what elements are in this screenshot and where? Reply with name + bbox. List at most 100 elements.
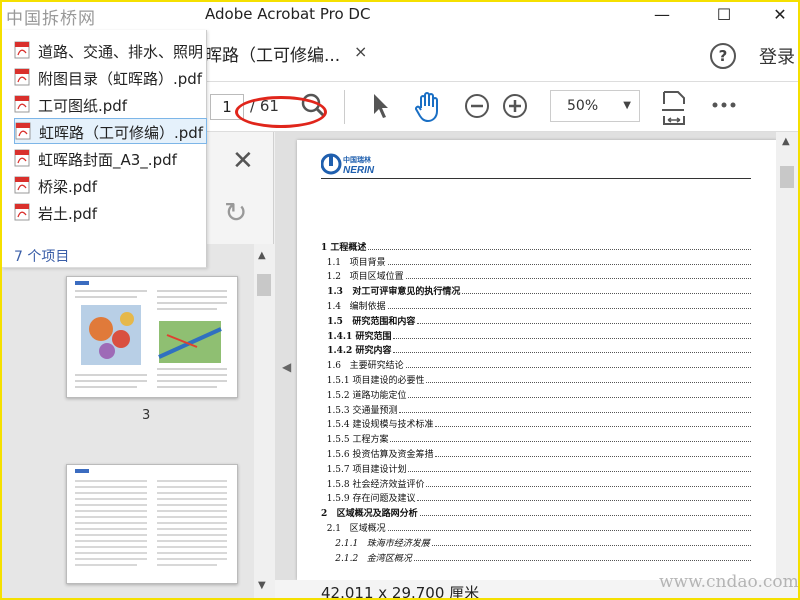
toc-leader-dots bbox=[405, 278, 751, 280]
toc-leader-dots bbox=[417, 322, 751, 324]
toc-entry[interactable]: 2.1.2 金湾区概况 bbox=[321, 549, 751, 564]
table-of-contents: 1 工程概述 1.1 项目背景 1.2 项目区域位置 1.3 对工可评审意见的执… bbox=[321, 238, 751, 564]
toc-entry-label: 2.1 区域概况 bbox=[321, 520, 388, 534]
toc-entry[interactable]: 1.5.5 工程方案 bbox=[321, 430, 751, 446]
login-button[interactable]: 登录 bbox=[759, 43, 795, 69]
file-list-popup: 道路、交通、排水、照明 附图目录（虹晖路）.pdf 工可图纸.pdf 虹晖路（工… bbox=[2, 30, 207, 268]
toc-entry[interactable]: 1.5.9 存在问题及建议 bbox=[321, 490, 751, 505]
company-logo: 中国瑞林 NERIN bbox=[320, 152, 391, 180]
toc-leader-dots bbox=[413, 559, 751, 561]
toc-entry-label: 1.6 主要研究结论 bbox=[321, 358, 406, 372]
toc-entry-label: 1.3 对工可评审意见的执行情况 bbox=[321, 284, 463, 298]
toc-leader-dots bbox=[426, 485, 751, 487]
help-icon[interactable]: ? bbox=[710, 43, 736, 69]
pdf-file-icon bbox=[14, 176, 30, 194]
app-window: 中国拆桥网 Adobe Acrobat Pro DC — ☐ ✕ 晖路（工可修编… bbox=[0, 0, 800, 600]
zoom-in-icon[interactable] bbox=[500, 90, 530, 120]
file-item[interactable]: 工可图纸.pdf bbox=[14, 92, 207, 118]
toc-entry[interactable]: 1.4 编制依据 bbox=[321, 297, 751, 312]
toc-entry-label: 2.1.2 金湾区概况 bbox=[321, 550, 414, 564]
document-page: 中国瑞林 NERIN 1 工程概述 1.1 项目背景 1.2 项目区域位置 1.… bbox=[297, 140, 777, 580]
toc-entry-label: 2 区域概况及路网分析 bbox=[321, 506, 420, 520]
app-title: Adobe Acrobat Pro DC bbox=[205, 5, 371, 23]
close-panel-icon[interactable]: ✕ bbox=[232, 146, 254, 176]
toc-entry-label: 1 工程概述 bbox=[321, 239, 369, 253]
file-item[interactable]: 道路、交通、排水、照明 bbox=[14, 38, 207, 64]
toc-leader-dots bbox=[387, 307, 751, 309]
zoom-select[interactable]: 50% ▼ bbox=[550, 90, 640, 122]
scrollbar-thumb[interactable] bbox=[257, 274, 271, 296]
zoom-value: 50% bbox=[567, 98, 599, 114]
toc-entry[interactable]: 2.1.1 珠海市经济发展 bbox=[321, 534, 751, 549]
chevron-down-icon: ▼ bbox=[623, 100, 631, 111]
toc-entry-label: 1.5.2 道路功能定位 bbox=[321, 387, 409, 401]
toc-entry-label: 1.5.6 投资估算及资金筹措 bbox=[321, 446, 436, 460]
toc-entry[interactable]: 1.5.7 项目建设计划 bbox=[321, 460, 751, 475]
page-thumbnail-4[interactable] bbox=[66, 464, 238, 584]
document-scrollbar[interactable]: ▲ bbox=[776, 132, 798, 580]
toc-entry[interactable]: 1.5.2 道路功能定位 bbox=[321, 386, 751, 401]
toc-entry[interactable]: 2.1 区域概况 bbox=[321, 519, 751, 534]
thumbnail-scrollbar[interactable]: ▲ ▼ bbox=[254, 244, 274, 598]
toc-entry[interactable]: 1.6 主要研究结论 bbox=[321, 356, 751, 372]
watermark-bottom: www.cndao.com bbox=[659, 572, 799, 592]
more-options-icon[interactable] bbox=[710, 90, 740, 120]
close-window-button[interactable]: ✕ bbox=[758, 2, 798, 30]
hand-tool-icon[interactable] bbox=[412, 90, 444, 124]
toc-entry[interactable]: 1.5.6 投资估算及资金筹措 bbox=[321, 445, 751, 460]
thumbnail-preview-4 bbox=[75, 469, 227, 566]
file-item[interactable]: 虹晖路封面_A3_.pdf bbox=[14, 146, 207, 172]
toc-leader-dots bbox=[387, 263, 751, 265]
toc-entry-label: 2.1.1 珠海市经济发展 bbox=[321, 535, 432, 549]
toc-entry-label: 1.5.1 项目建设的必要性 bbox=[321, 372, 427, 386]
toc-leader-dots bbox=[419, 515, 751, 517]
toc-entry-label: 1.4.2 研究内容 bbox=[321, 343, 394, 357]
minimize-button[interactable]: — bbox=[640, 2, 684, 30]
file-item[interactable]: 岩土.pdf bbox=[14, 200, 207, 226]
scroll-down-icon[interactable]: ▼ bbox=[258, 580, 266, 591]
fit-page-icon[interactable] bbox=[658, 90, 688, 126]
file-item[interactable]: 桥梁.pdf bbox=[14, 173, 207, 199]
toc-leader-dots bbox=[431, 544, 751, 546]
tab-close-icon[interactable]: × bbox=[354, 42, 367, 61]
toc-entry[interactable]: 1.2 项目区域位置 bbox=[321, 268, 751, 283]
scroll-up-icon[interactable]: ▲ bbox=[258, 250, 266, 261]
toc-entry[interactable]: 1.5.4 建设规模与技术标准 bbox=[321, 416, 751, 431]
toc-leader-dots bbox=[426, 381, 751, 383]
page-thumbnail-3[interactable] bbox=[66, 276, 238, 398]
toc-entry[interactable]: 1 工程概述 bbox=[321, 238, 751, 253]
toc-leader-dots bbox=[393, 337, 751, 339]
toc-entry[interactable]: 1.5.1 项目建设的必要性 bbox=[321, 371, 751, 386]
maximize-button[interactable]: ☐ bbox=[702, 2, 746, 30]
toc-leader-dots bbox=[462, 293, 751, 295]
toc-entry[interactable]: 2 区域概况及路网分析 bbox=[321, 504, 751, 520]
toc-entry[interactable]: 1.5 研究范围和内容 bbox=[321, 312, 751, 327]
file-item-selected[interactable]: 虹晖路（工可修编）.pdf bbox=[14, 118, 207, 144]
toc-leader-dots bbox=[387, 529, 751, 531]
file-item[interactable]: 附图目录（虹晖路）.pdf bbox=[14, 65, 207, 91]
toc-entry-label: 1.5 研究范围和内容 bbox=[321, 313, 418, 327]
toc-leader-dots bbox=[368, 248, 751, 250]
document-tab[interactable]: 晖路（工可修编... bbox=[205, 38, 340, 74]
rotate-icon[interactable]: ↻ bbox=[224, 196, 247, 229]
scroll-up-icon[interactable]: ▲ bbox=[782, 136, 790, 147]
toc-entry[interactable]: 1.3 对工可评审意见的执行情况 bbox=[321, 282, 751, 298]
collapse-panel-icon[interactable]: ◀ bbox=[282, 360, 291, 374]
red-annotation-circle bbox=[235, 96, 327, 128]
zoom-out-icon[interactable] bbox=[462, 90, 492, 120]
document-view: 中国瑞林 NERIN 1 工程概述 1.1 项目背景 1.2 项目区域位置 1.… bbox=[275, 132, 798, 598]
pdf-file-icon bbox=[14, 95, 30, 113]
svg-text:中国瑞林: 中国瑞林 bbox=[343, 155, 372, 164]
toc-entry-label: 1.2 项目区域位置 bbox=[321, 269, 406, 283]
toc-entry[interactable]: 1.4.1 研究范围 bbox=[321, 327, 751, 342]
toc-entry[interactable]: 1.4.2 研究内容 bbox=[321, 342, 751, 357]
toc-entry-label: 1.5.4 建设规模与技术标准 bbox=[321, 417, 436, 431]
scrollbar-thumb[interactable] bbox=[780, 166, 794, 188]
toc-entry-label: 1.4 编制依据 bbox=[321, 298, 388, 312]
toc-entry[interactable]: 1.5.3 交通量预测 bbox=[321, 401, 751, 416]
toc-entry[interactable]: 1.1 项目背景 bbox=[321, 253, 751, 268]
select-arrow-icon[interactable] bbox=[366, 90, 394, 122]
toc-entry[interactable]: 1.5.8 社会经济效益评价 bbox=[321, 475, 751, 490]
thumbnail-preview-3 bbox=[75, 281, 227, 388]
toc-entry-label: 1.5.8 社会经济效益评价 bbox=[321, 476, 427, 490]
